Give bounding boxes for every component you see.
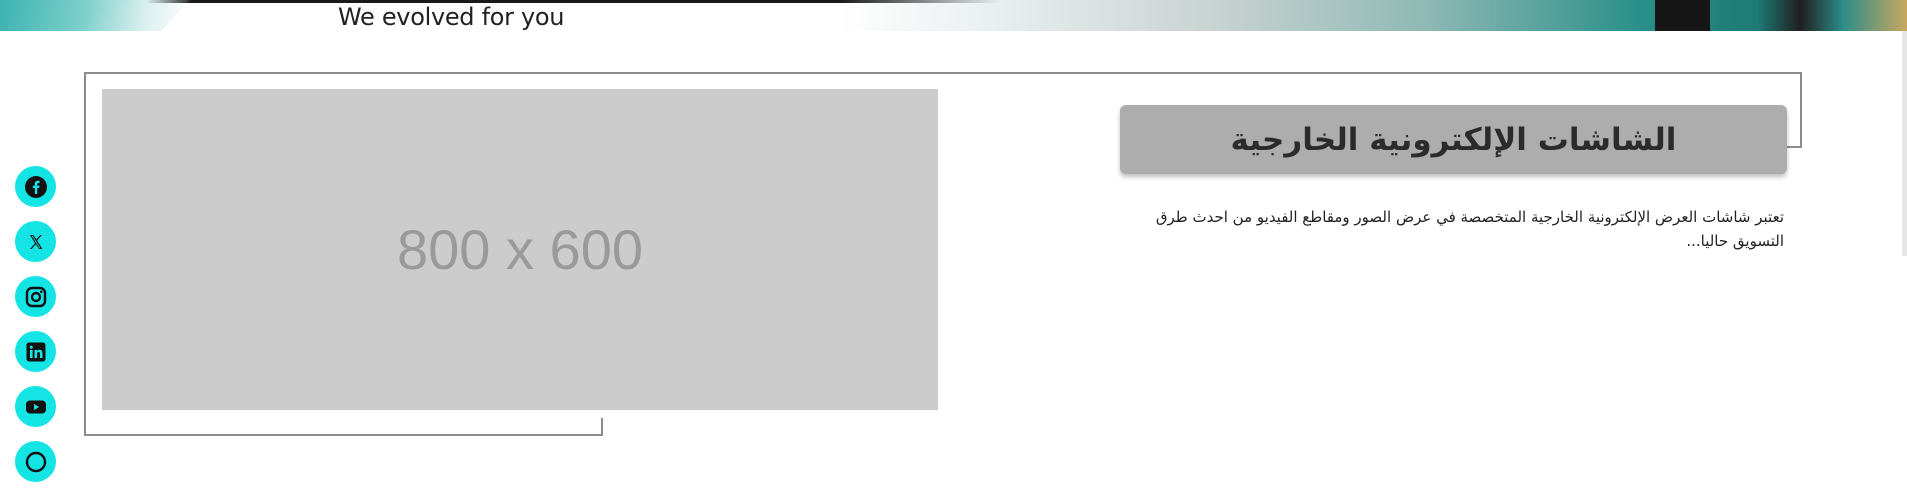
page-scrollbar[interactable] — [1902, 31, 1907, 256]
card-title-box[interactable]: الشاشات الإلكترونية الخارجية — [1120, 105, 1787, 174]
top-banner: We evolved for you — [0, 0, 1907, 31]
youtube-icon — [25, 400, 46, 413]
partial-icon — [25, 451, 46, 472]
x-icon — [29, 234, 42, 249]
facebook-button[interactable] — [15, 166, 56, 207]
banner-left-shape — [0, 0, 190, 31]
placeholder-label: 800 x 600 — [397, 218, 643, 281]
frame-mask — [1776, 146, 1806, 446]
social-sidebar — [15, 166, 56, 496]
card-description: تعتبر شاشات العرض الإلكترونية الخارجية ا… — [1155, 208, 1784, 250]
frame-bottom-edge — [84, 434, 603, 436]
card-title: الشاشات الإلكترونية الخارجية — [1230, 121, 1677, 158]
frame-right-hook — [1786, 146, 1802, 148]
banner-tagline: We evolved for you — [338, 3, 565, 31]
instagram-icon — [25, 286, 46, 307]
frame-right-edge — [1800, 72, 1802, 148]
banner-photo — [840, 0, 1907, 31]
card-image-placeholder[interactable]: 800 x 600 — [102, 89, 938, 410]
more-social-button[interactable] — [15, 441, 56, 482]
x-button[interactable] — [15, 221, 56, 262]
banner-photo-pillar — [1655, 0, 1710, 31]
youtube-button[interactable] — [15, 386, 56, 427]
facebook-icon — [24, 175, 47, 198]
instagram-button[interactable] — [15, 276, 56, 317]
linkedin-button[interactable] — [15, 331, 56, 372]
linkedin-icon — [26, 342, 45, 361]
frame-bottom-tick — [601, 418, 603, 436]
